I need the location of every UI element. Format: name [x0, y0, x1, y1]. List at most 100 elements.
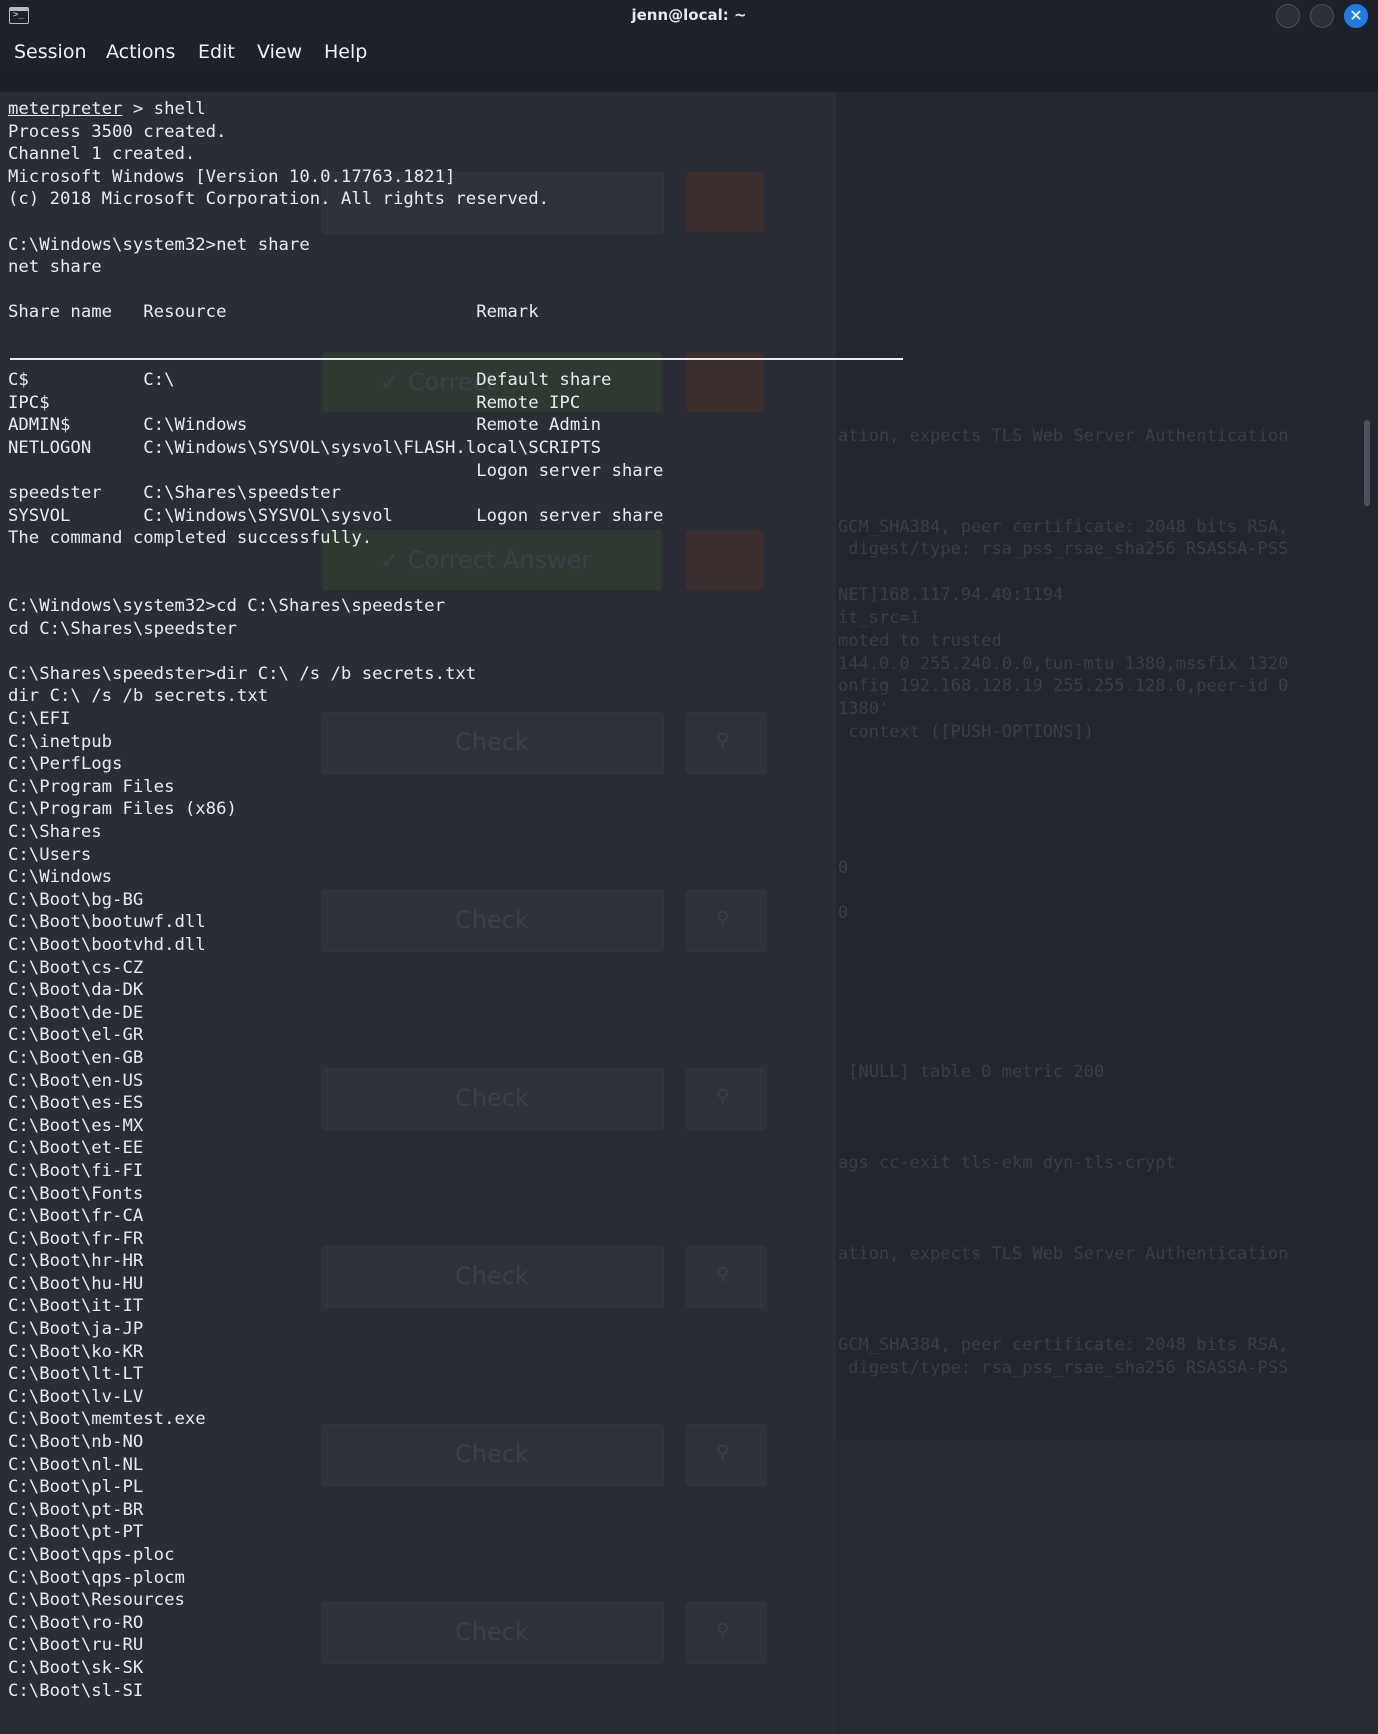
terminal-line: NETLOGON C:\Windows\SYSVOL\sysvol\FLASH.… [8, 437, 602, 458]
terminal-line: C:\inetpub [8, 731, 113, 752]
terminal-output: meterpreter > shell Process 3500 created… [8, 98, 663, 1702]
terminal-line: C:\Boot\fi-FI [8, 1160, 144, 1181]
background-log-line: digest/type: rsa_pss_rsae_sha256 RSASSA-… [838, 539, 1289, 559]
terminal-line: C:\Boot\ru-RU [8, 1635, 144, 1656]
terminal-line: C:\Shares [8, 822, 102, 842]
terminal-line: C:\Boot\en-GB [8, 1047, 144, 1068]
terminal-line: C:\Boot\lt-LT [8, 1364, 144, 1385]
terminal-line: C:\Boot\lv-LV [8, 1386, 144, 1407]
terminal-line: C:\Windows [8, 867, 113, 888]
terminal-line: C:\Boot\Fonts [8, 1183, 144, 1204]
terminal-line: C:\Boot\qps-ploc [8, 1545, 175, 1565]
terminal-line: C:\Boot\de-DE [8, 1002, 144, 1023]
meterpreter-prompt: meterpreter [8, 99, 123, 119]
background-log-line: onfig 192.168.128.19 255.255.128.0,peer-… [838, 676, 1289, 696]
terminal-line: C:\Boot\bg-BG [8, 889, 144, 910]
background-log-line: ation, expects TLS Web Server Authentica… [838, 426, 1289, 446]
background-log-line: 1380' [838, 699, 890, 719]
terminal-line: Logon server share [8, 460, 664, 481]
terminal-line: C:\Boot\pt-BR [8, 1499, 144, 1520]
terminal-line: The command completed successfully. [8, 528, 373, 549]
terminal-line: C:\PerfLogs [8, 754, 123, 775]
terminal-line: C:\EFI [8, 709, 71, 730]
background-log-line: NET]168.117.94.40:1194 [838, 585, 1064, 605]
terminal-line: C:\Boot\pt-PT [8, 1522, 144, 1543]
menu-session[interactable]: Session [14, 41, 87, 63]
lightbulb-icon: ⚲ [716, 730, 730, 751]
terminal-line: C:\Boot\pl-PL [8, 1477, 144, 1498]
menu-bar: Session Actions Edit View Help [0, 32, 1378, 72]
background-log-line: ation, expects TLS Web Server Authentica… [838, 1244, 1289, 1264]
maximize-button[interactable] [1310, 4, 1334, 28]
background-log-line: 0 [838, 903, 849, 923]
bg-hint-box [686, 352, 764, 412]
terminal-line: C:\Boot\ro-RO [8, 1612, 144, 1633]
background-log-line: moted to trusted [838, 631, 1002, 651]
menu-edit[interactable]: Edit [198, 41, 235, 63]
title-bar: >_ jenn@local: ~ ✕ [0, 0, 1378, 32]
background-log-line: 144.0.0 255.240.0.0,tun-mtu 1380,mssfix … [838, 654, 1289, 674]
terminal-line: C:\Boot\hu-HU [8, 1273, 144, 1294]
background-log-line: context ([PUSH-OPTIONS]) [838, 722, 1094, 742]
terminal-line: C:\Boot\es-MX [8, 1115, 144, 1136]
terminal-line: C:\Boot\cs-CZ [8, 957, 144, 978]
menu-actions[interactable]: Actions [106, 41, 175, 63]
terminal-line: C:\Boot\memtest.exe [8, 1409, 206, 1430]
terminal-line: dir C:\ /s /b secrets.txt [8, 686, 269, 707]
terminal-line: (c) 2018 Microsoft Corporation. All righ… [8, 189, 550, 210]
background-log-line: GCM_SHA384, peer certificate: 2048 bits … [838, 1335, 1289, 1355]
background-window-lower [836, 1440, 1378, 1734]
lightbulb-icon: ⚲ [716, 1086, 730, 1107]
terminal-line: C:\Boot\es-ES [8, 1093, 144, 1114]
prompt-command: > shell [122, 99, 206, 119]
terminal-line: IPC$ Remote IPC [8, 392, 581, 413]
minimize-button[interactable] [1276, 4, 1300, 28]
terminal-line: C:\Boot\fr-FR [8, 1228, 144, 1249]
terminal-line: C:\Program Files [8, 776, 175, 797]
terminal-line: Channel 1 created. [8, 144, 196, 165]
terminal-line: C:\Users [8, 844, 92, 865]
terminal-line: C:\Boot\et-EE [8, 1138, 144, 1159]
terminal-line: C:\Boot\en-US [8, 1070, 144, 1091]
bg-hint-box [686, 530, 764, 590]
background-log-line: ags cc-exit tls-ekm dyn-tls-crypt [838, 1153, 1176, 1173]
terminal-line: cd C:\Shares\speedster [8, 618, 237, 639]
terminal-line: Share name Resource Remark [8, 302, 539, 323]
background-log-line: 0 [838, 858, 849, 878]
terminal-line: C:\Boot\bootuwf.dll [8, 912, 206, 933]
terminal-line: C:\Boot\Resources [8, 1590, 185, 1611]
terminal-line: C:\Boot\ko-KR [8, 1341, 144, 1362]
terminal-line: Microsoft Windows [Version 10.0.17763.18… [8, 166, 456, 187]
terminal-line: SYSVOL C:\Windows\SYSVOL\sysvol Logon se… [8, 505, 664, 526]
menu-view[interactable]: View [257, 41, 302, 63]
window-title: jenn@local: ~ [631, 6, 747, 24]
terminal-line: C:\Windows\system32>net share [8, 234, 310, 255]
terminal-line: C:\Boot\it-IT [8, 1296, 144, 1317]
terminal-line: speedster C:\Shares\speedster [8, 483, 341, 504]
terminal-line: C:\Program Files (x86) [8, 799, 237, 820]
close-button[interactable]: ✕ [1344, 4, 1368, 28]
terminal-line: C:\Boot\sl-SI [8, 1680, 144, 1701]
terminal-line: C:\Boot\qps-plocm [8, 1567, 185, 1588]
background-log-line: GCM_SHA384, peer certificate: 2048 bits … [838, 517, 1289, 537]
terminal-line: C:\Windows\system32>cd C:\Shares\speedst… [8, 596, 445, 617]
terminal-line: C:\Boot\da-DK [8, 980, 144, 1001]
terminal-line: C:\Boot\hr-HR [8, 1251, 144, 1272]
terminal-line: net share [8, 257, 102, 278]
terminal-line: C:\Boot\el-GR [8, 1025, 144, 1046]
terminal-line: C:\Shares\speedster>dir C:\ /s /b secret… [8, 663, 477, 684]
lightbulb-icon: ⚲ [716, 1620, 730, 1641]
lightbulb-icon: ⚲ [716, 908, 730, 929]
terminal-line: C$ C:\ Default share [8, 370, 612, 391]
terminal-line: C:\Boot\nl-NL [8, 1454, 144, 1475]
background-log-line: [NULL] table 0 metric 200 [838, 1062, 1105, 1082]
terminal-line: C:\Boot\ja-JP [8, 1319, 144, 1340]
terminal-line: C:\Boot\fr-CA [8, 1206, 144, 1227]
menu-help[interactable]: Help [324, 41, 367, 63]
background-log-line: it_src=1 [838, 608, 920, 628]
lightbulb-icon: ⚲ [716, 1442, 730, 1463]
terminal-line: Process 3500 created. [8, 121, 227, 142]
close-icon: ✕ [1349, 6, 1363, 25]
lightbulb-icon: ⚲ [716, 1264, 730, 1285]
scrollbar-thumb[interactable] [1364, 420, 1370, 506]
